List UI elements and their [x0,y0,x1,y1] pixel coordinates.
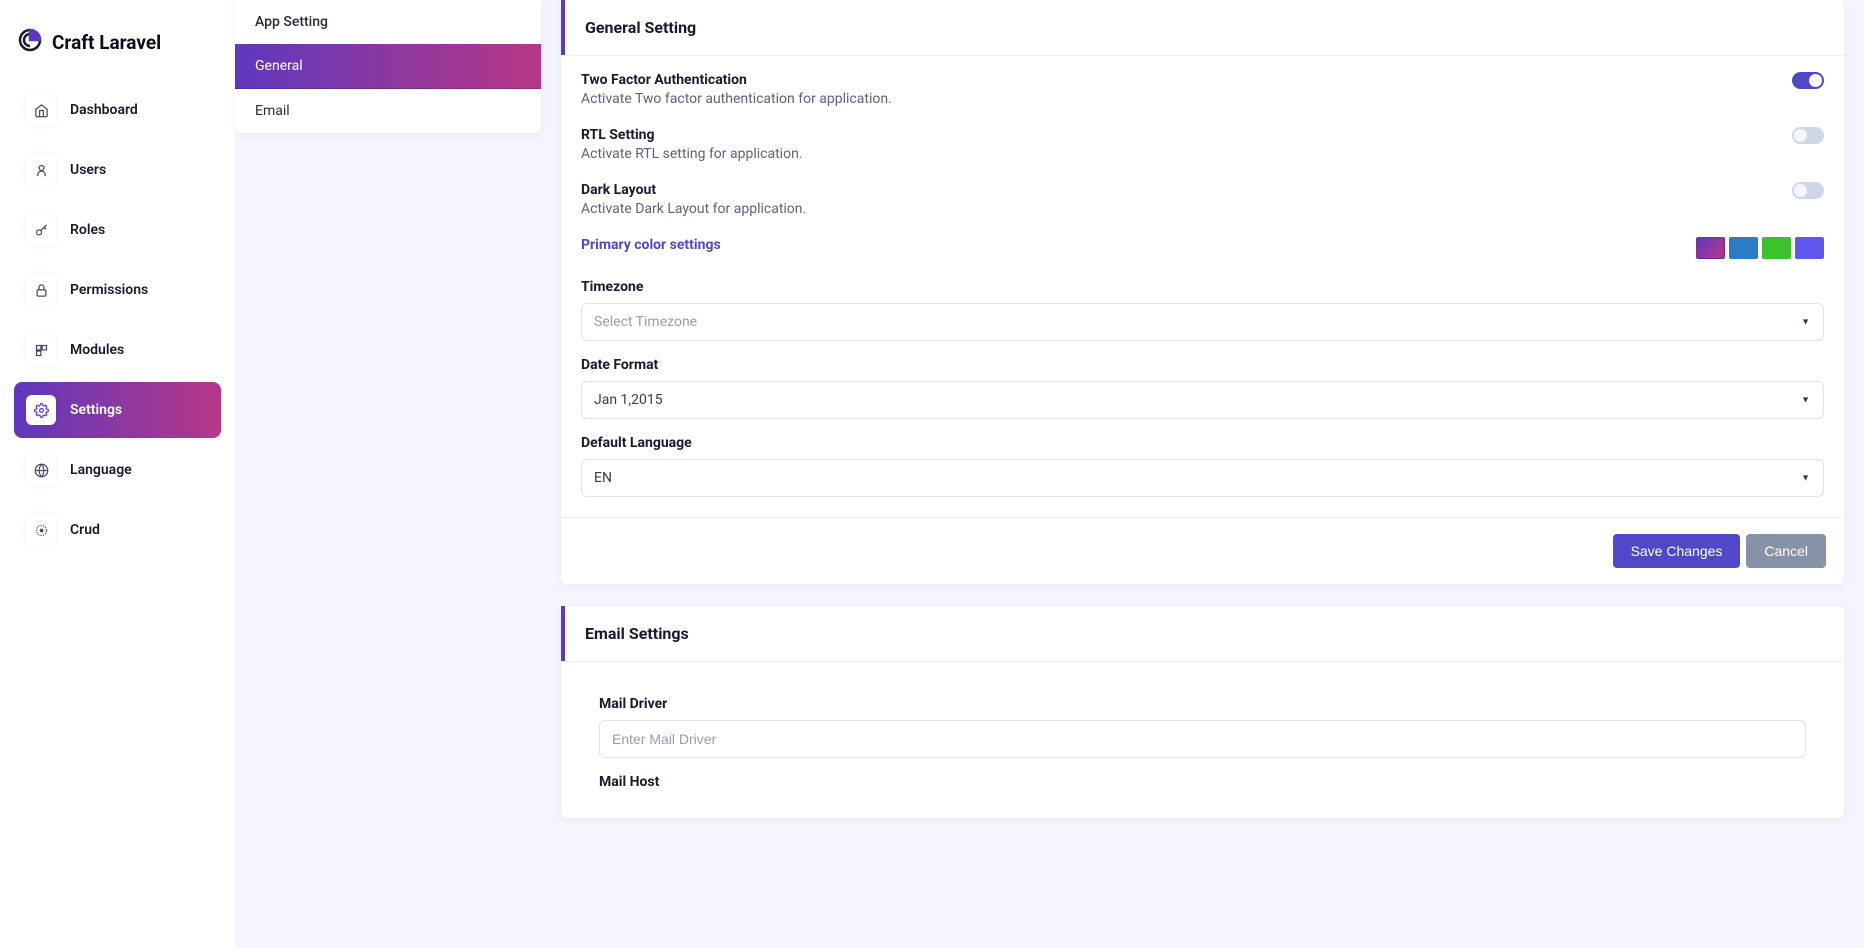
subnav-item-email[interactable]: Email [235,89,541,133]
mail-driver-label: Mail Driver [599,696,1806,712]
swatch-blue[interactable] [1729,237,1758,259]
default-language-select[interactable]: EN [581,459,1824,497]
globe-icon [26,455,56,485]
date-format-label: Date Format [581,357,1824,373]
subnav-title: App Setting [235,0,541,44]
sidebar-item-label: Dashboard [70,102,138,118]
default-language-label: Default Language [581,435,1824,451]
date-format-select[interactable]: Jan 1,2015 [581,381,1824,419]
general-heading: General Setting [561,0,1844,55]
sidebar-item-crud[interactable]: Crud [14,502,221,558]
two-factor-toggle[interactable] [1792,72,1824,89]
sidebar-item-dashboard[interactable]: Dashboard [14,82,221,138]
sidebar-item-label: Crud [70,522,100,538]
sidebar-item-label: Users [70,162,106,178]
mail-host-label: Mail Host [599,774,1806,790]
modules-icon [26,335,56,365]
sidebar-item-label: Roles [70,222,105,238]
brand-logo[interactable]: Craft Laravel [14,20,221,82]
user-icon [26,155,56,185]
sidebar-item-label: Modules [70,342,124,358]
dark-title: Dark Layout [581,182,806,198]
key-icon [26,215,56,245]
home-icon [26,95,56,125]
color-swatches [1696,237,1824,259]
sidebar-item-language[interactable]: Language [14,442,221,498]
timezone-select[interactable]: Select Timezone [581,303,1824,341]
sidebar-item-settings[interactable]: Settings [14,382,221,438]
general-setting-card: General Setting Two Factor Authenticatio… [561,0,1844,584]
timezone-label: Timezone [581,279,1824,295]
email-heading: Email Settings [561,606,1844,661]
sidebar: Craft Laravel Dashboard Users Roles Perm… [0,0,235,948]
dark-desc: Activate Dark Layout for application. [581,201,806,217]
gear-icon [26,395,56,425]
sidebar-item-users[interactable]: Users [14,142,221,198]
brand-text: Craft Laravel [52,31,161,54]
two-factor-desc: Activate Two factor authentication for a… [581,91,892,107]
swatch-green[interactable] [1762,237,1791,259]
mail-driver-input[interactable] [599,720,1806,758]
cancel-button[interactable]: Cancel [1746,534,1826,568]
swatch-gradient[interactable] [1696,237,1725,259]
rtl-desc: Activate RTL setting for application. [581,146,803,162]
sidebar-item-label: Permissions [70,282,148,298]
primary-color-title: Primary color settings [581,237,721,253]
sidebar-item-roles[interactable]: Roles [14,202,221,258]
save-button[interactable]: Save Changes [1613,534,1741,568]
dark-toggle[interactable] [1792,182,1824,199]
rtl-toggle[interactable] [1792,127,1824,144]
rtl-title: RTL Setting [581,127,803,143]
sidebar-item-permissions[interactable]: Permissions [14,262,221,318]
subnav-item-general[interactable]: General [235,44,541,89]
crosshair-icon [26,515,56,545]
main-content: General Setting Two Factor Authenticatio… [541,0,1864,948]
lock-icon [26,275,56,305]
two-factor-title: Two Factor Authentication [581,72,892,88]
sidebar-item-label: Language [70,462,132,478]
subnav: App Setting General Email [235,0,541,948]
sidebar-item-label: Settings [70,402,122,418]
brand-icon [18,28,42,56]
swatch-indigo[interactable] [1795,237,1824,259]
sidebar-item-modules[interactable]: Modules [14,322,221,378]
email-settings-card: Email Settings Mail Driver Mail Host [561,606,1844,818]
